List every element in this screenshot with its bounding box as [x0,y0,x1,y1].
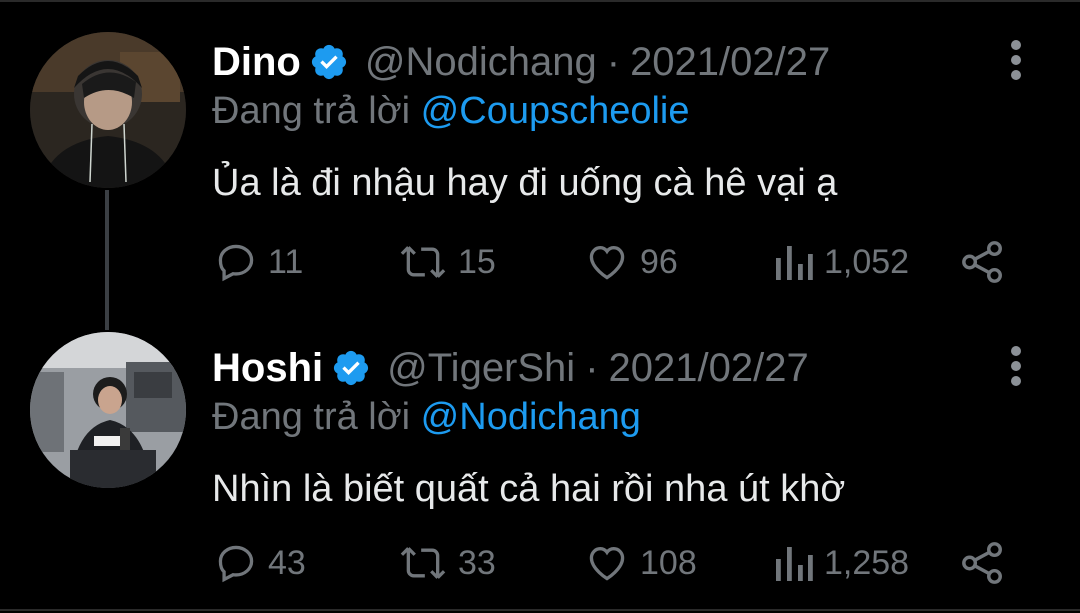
reply-count: 43 [268,543,306,582]
tweet-content: Hoshi @TigerShi · 2021/02/27 Đang trả lờ… [212,342,1060,518]
share-icon [962,241,1002,283]
reply-prefix: Đang trả lời [212,396,411,438]
views-count: 1,258 [824,543,910,582]
reply-prefix: Đang trả lời [212,90,411,132]
tweet-header: Hoshi @TigerShi · 2021/02/27 [212,342,1060,394]
more-options-icon[interactable] [1010,40,1022,80]
views-count: 1,052 [824,242,910,281]
reply-icon [218,545,254,583]
avatar-image [30,332,186,488]
tweet-content: Dino @Nodichang · 2021/02/27 Đang trả lờ… [212,36,1060,212]
tweet-date[interactable]: 2021/02/27 [609,346,809,391]
retweet-count: 33 [458,543,496,582]
reply-count: 11 [268,242,304,281]
tweet-date[interactable]: 2021/02/27 [630,40,830,85]
tweet-text: Nhìn là biết quất cả hai rồi nha út khờ [212,468,846,510]
tweet[interactable]: Hoshi @TigerShi · 2021/02/27 Đang trả lờ… [0,308,1080,613]
heart-icon [589,246,625,280]
verified-badge-icon [311,44,346,80]
handle[interactable]: @TigerShi [387,346,575,391]
retweet-count: 15 [458,242,496,281]
separator: · [585,345,599,390]
like-count: 108 [640,543,697,582]
views-button[interactable]: 1,052 [774,234,909,290]
verified-badge-icon [334,350,369,386]
reply-mention-link[interactable]: @Nodichang [421,396,641,438]
reply-mention-link[interactable]: @Coupscheolie [421,90,690,132]
display-name[interactable]: Hoshi [212,346,323,391]
share-button[interactable] [960,535,1006,591]
like-button[interactable]: 96 [584,234,678,290]
analytics-icon [776,547,813,581]
separator: · [606,39,621,84]
replying-to: Đang trả lời @Coupscheolie [212,90,1060,140]
like-button[interactable]: 108 [584,535,697,591]
avatar[interactable] [30,32,186,188]
like-count: 96 [640,242,678,281]
replying-to: Đang trả lời @Nodichang [212,396,1060,446]
tweet-text: Ủa là đi nhậu hay đi uống cà hê vại ạ [212,162,838,204]
retweet-icon [400,547,446,579]
share-icon [962,542,1002,584]
heart-icon [589,547,625,581]
analytics-icon [776,246,813,280]
tweet-header: Dino @Nodichang · 2021/02/27 [212,36,1060,88]
tweet-thread: Dino @Nodichang · 2021/02/27 Đang trả lờ… [0,0,1080,611]
more-options-icon[interactable] [1010,346,1022,386]
retweet-button[interactable]: 15 [398,234,496,290]
share-button[interactable] [960,234,1006,290]
tweet-actions: 11 15 96 1,052 [212,234,1022,290]
views-button[interactable]: 1,258 [774,535,909,591]
reply-button[interactable]: 43 [214,535,306,591]
avatar[interactable] [30,332,186,488]
tweet[interactable]: Dino @Nodichang · 2021/02/27 Đang trả lờ… [0,2,1080,330]
retweet-button[interactable]: 33 [398,535,496,591]
handle[interactable]: @Nodichang [365,40,597,85]
avatar-image [30,32,186,188]
display-name[interactable]: Dino [212,40,301,85]
reply-icon [218,244,254,282]
reply-button[interactable]: 11 [214,234,303,290]
tweet-actions: 43 33 108 1,258 [212,535,1022,591]
retweet-icon [400,246,446,278]
